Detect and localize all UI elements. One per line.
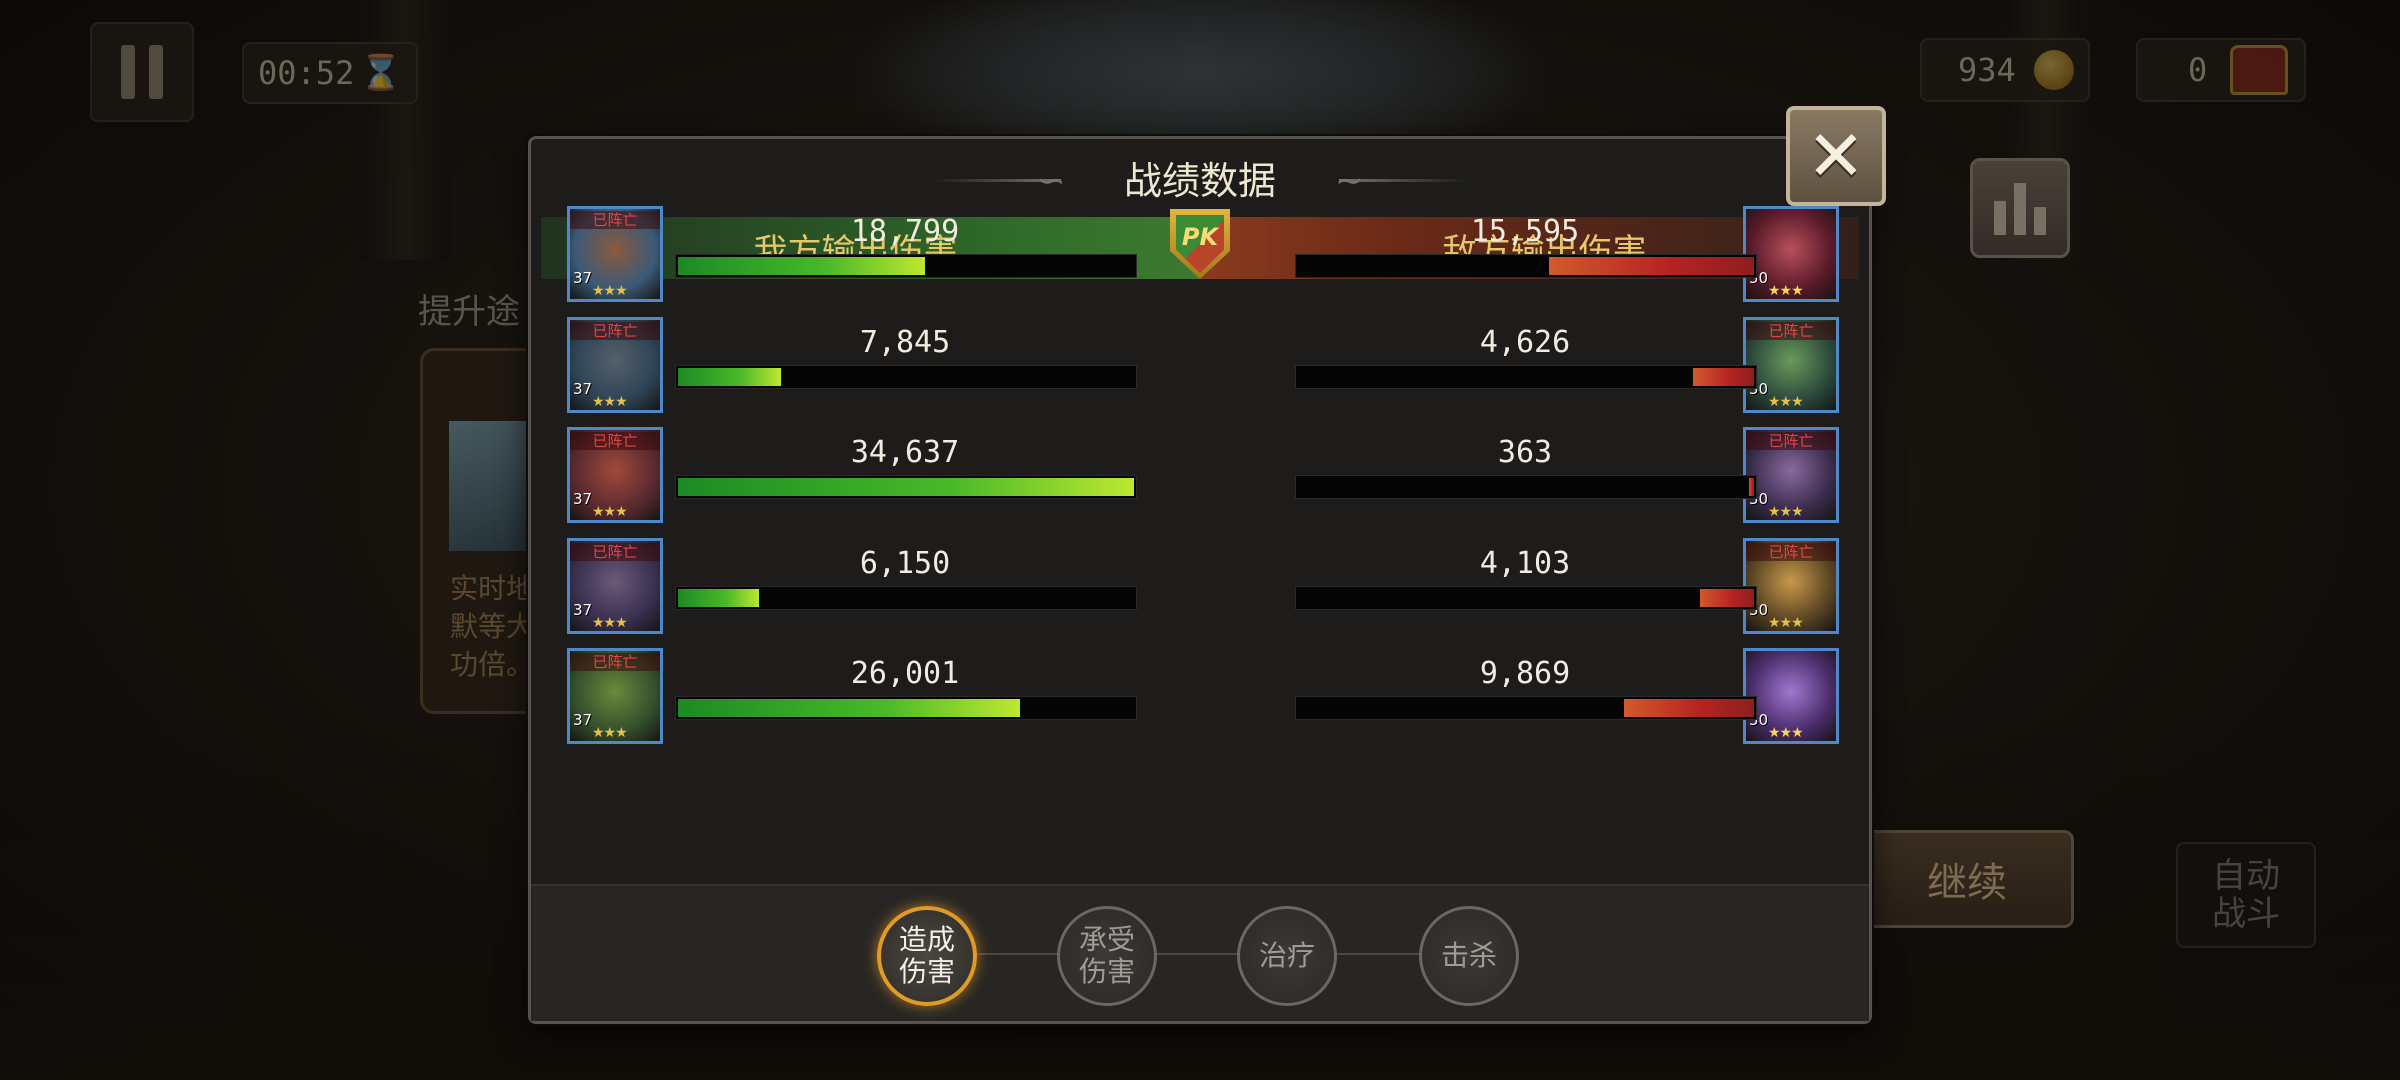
- enemy-damage-bar-fill: [1749, 478, 1754, 496]
- enemy-damage-bar: [1295, 696, 1757, 720]
- dead-status-badge: 已阵亡: [570, 321, 660, 340]
- ally-damage-value: 34,637: [850, 435, 960, 470]
- enemy-damage-bar: [1295, 475, 1757, 499]
- ally-damage-bar-fill: [678, 478, 1134, 496]
- stat-tab-label: 击杀: [1440, 939, 1497, 972]
- enemy-damage-value: 9,869: [1479, 656, 1571, 691]
- ally-hero-portrait[interactable]: 已阵亡 37 ★★★: [567, 316, 663, 413]
- enemy-hero-portrait[interactable]: 已阵亡 50 ★★★: [1743, 316, 1839, 413]
- stat-tab[interactable]: 击杀: [1419, 906, 1519, 1006]
- close-button[interactable]: ✕: [1786, 106, 1886, 206]
- ally-damage-bar: [675, 364, 1137, 389]
- tab-connector-line: [961, 953, 1441, 955]
- modal-title: 战绩数据: [1123, 159, 1276, 203]
- hero-stars: ★★★: [592, 725, 628, 741]
- enemy-hero-portrait[interactable]: 已阵亡 50 ★★★: [1743, 427, 1839, 523]
- close-icon: ✕: [1806, 115, 1866, 197]
- hero-level: 37: [573, 379, 593, 398]
- enemy-hero-portrait[interactable]: 50 ★★★: [1743, 206, 1839, 302]
- enemy-damage-bar: [1295, 254, 1757, 278]
- enemy-damage-value: 4,626: [1479, 324, 1571, 360]
- stat-tab[interactable]: 治疗: [1237, 906, 1337, 1006]
- enemy-damage-bar-fill: [1693, 367, 1754, 386]
- ally-damage-value: 18,799: [850, 214, 960, 249]
- hero-level: 37: [573, 711, 593, 729]
- stat-tab-label: 造成 伤害: [898, 923, 955, 988]
- stat-tab-label: 承受 伤害: [1078, 923, 1135, 988]
- ally-hero-portrait[interactable]: 已阵亡 37 ★★★: [567, 206, 663, 302]
- dead-status-badge: 已阵亡: [570, 432, 660, 450]
- ally-hero-portrait[interactable]: 已阵亡 37 ★★★: [567, 537, 663, 634]
- hero-stars: ★★★: [592, 283, 628, 299]
- enemy-damage-bar-fill: [1548, 257, 1754, 275]
- ally-damage-value: 26,001: [850, 656, 960, 691]
- hero-level: 37: [573, 600, 593, 619]
- ally-damage-bar: [675, 585, 1137, 610]
- dead-status-badge: 已阵亡: [1746, 432, 1836, 450]
- enemy-damage-value: 363: [1497, 435, 1553, 470]
- battle-stats-modal: ∽ ∽ 战绩数据 我方输出伤害 敌方输出伤害 PK 已阵亡 37 ★★★ 18,799…: [528, 136, 1872, 1024]
- dead-status-badge: 已阵亡: [1746, 321, 1836, 340]
- ally-damage-bar: [675, 696, 1137, 720]
- enemy-damage-bar: [1295, 585, 1757, 610]
- hero-stars: ★★★: [1768, 725, 1804, 741]
- ally-damage-bar: [675, 254, 1137, 278]
- ally-damage-bar: [675, 475, 1137, 499]
- damage-row: 已阵亡 37 ★★★ 6,150 已阵亡 50 ★★★ 4,103: [567, 537, 1839, 638]
- ally-damage-value: 7,845: [859, 324, 951, 360]
- hero-stars: ★★★: [1768, 283, 1804, 299]
- enemy-hero-portrait[interactable]: 50 ★★★: [1743, 648, 1839, 744]
- ally-damage-bar-fill: [678, 367, 782, 386]
- stat-tab[interactable]: 造成 伤害: [877, 906, 977, 1006]
- stat-tab[interactable]: 承受 伤害: [1057, 906, 1157, 1006]
- hero-stars: ★★★: [592, 614, 628, 631]
- enemy-damage-bar: [1295, 364, 1757, 389]
- ally-hero-portrait[interactable]: 已阵亡 37 ★★★: [567, 648, 663, 744]
- hero-stars: ★★★: [1768, 614, 1804, 631]
- ally-damage-bar-fill: [678, 588, 759, 607]
- hero-stars: ★★★: [1768, 504, 1804, 520]
- damage-row: 已阵亡 37 ★★★ 18,799 50 ★★★ 15,595: [567, 206, 1839, 306]
- enemy-hero-portrait[interactable]: 已阵亡 50 ★★★: [1743, 537, 1839, 634]
- damage-row: 已阵亡 37 ★★★ 7,845 已阵亡 50 ★★★ 4,626: [567, 316, 1839, 417]
- dead-status-badge: 已阵亡: [570, 542, 660, 561]
- enemy-damage-bar-fill: [1624, 699, 1754, 717]
- dead-status-badge: 已阵亡: [570, 211, 660, 229]
- enemy-damage-bar-fill: [1699, 588, 1754, 607]
- hero-stars: ★★★: [592, 504, 628, 520]
- ally-hero-portrait[interactable]: 已阵亡 37 ★★★: [567, 427, 663, 523]
- enemy-damage-value: 15,595: [1470, 214, 1580, 249]
- enemy-damage-value: 4,103: [1479, 545, 1571, 581]
- dead-status-badge: 已阵亡: [570, 653, 660, 671]
- stat-tab-label: 治疗: [1258, 939, 1315, 972]
- stat-tabs: 造成 伤害 承受 伤害 治疗 击杀: [531, 884, 1869, 1021]
- dead-status-badge: 已阵亡: [1746, 542, 1836, 561]
- hero-level: 37: [573, 490, 593, 508]
- ally-damage-bar-fill: [678, 257, 926, 275]
- hero-stars: ★★★: [592, 393, 628, 410]
- hero-stars: ★★★: [1768, 393, 1804, 410]
- damage-row: 已阵亡 37 ★★★ 34,637 已阵亡 50 ★★★ 363: [567, 427, 1839, 527]
- damage-row: 已阵亡 37 ★★★ 26,001 50 ★★★ 9,869: [567, 648, 1839, 748]
- ally-damage-bar-fill: [678, 699, 1021, 717]
- hero-level: 37: [573, 269, 593, 287]
- ally-damage-value: 6,150: [859, 545, 951, 581]
